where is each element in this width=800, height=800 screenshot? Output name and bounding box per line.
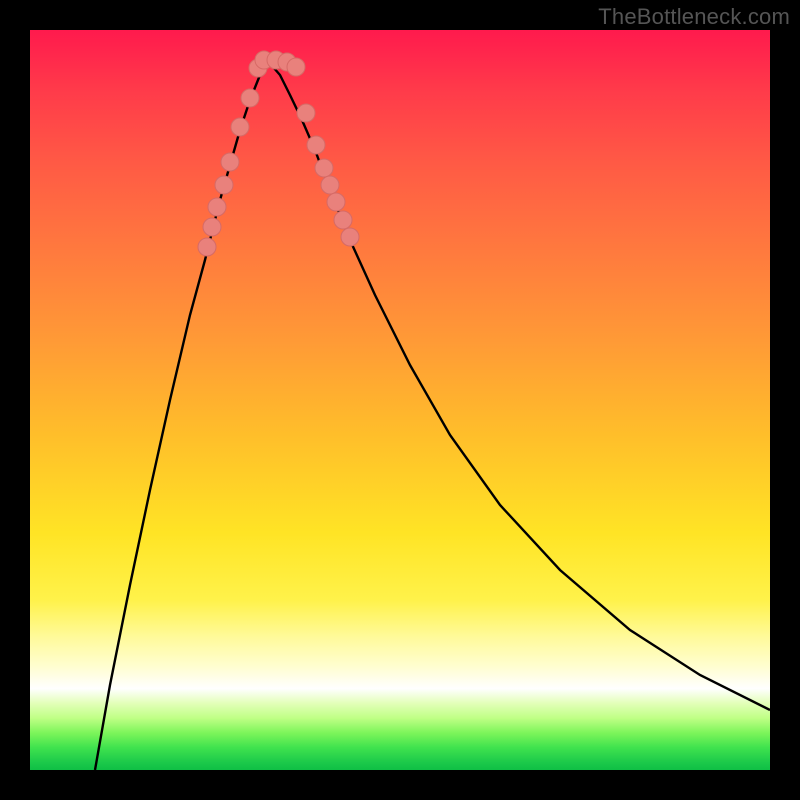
marker-point: [327, 193, 345, 211]
highlighted-points-group: [198, 51, 359, 256]
marker-point: [321, 176, 339, 194]
chart-frame: TheBottleneck.com: [0, 0, 800, 800]
marker-point: [203, 218, 221, 236]
watermark-text: TheBottleneck.com: [598, 4, 790, 30]
marker-point: [215, 176, 233, 194]
marker-point: [315, 159, 333, 177]
marker-point: [198, 238, 216, 256]
marker-point: [307, 136, 325, 154]
chart-svg-layer: [30, 30, 770, 770]
plot-area: [30, 30, 770, 770]
marker-point: [241, 89, 259, 107]
marker-point: [208, 198, 226, 216]
marker-point: [231, 118, 249, 136]
marker-point: [341, 228, 359, 246]
marker-point: [334, 211, 352, 229]
marker-point: [287, 58, 305, 76]
marker-point: [297, 104, 315, 122]
bottleneck-curve: [95, 60, 770, 770]
marker-point: [221, 153, 239, 171]
